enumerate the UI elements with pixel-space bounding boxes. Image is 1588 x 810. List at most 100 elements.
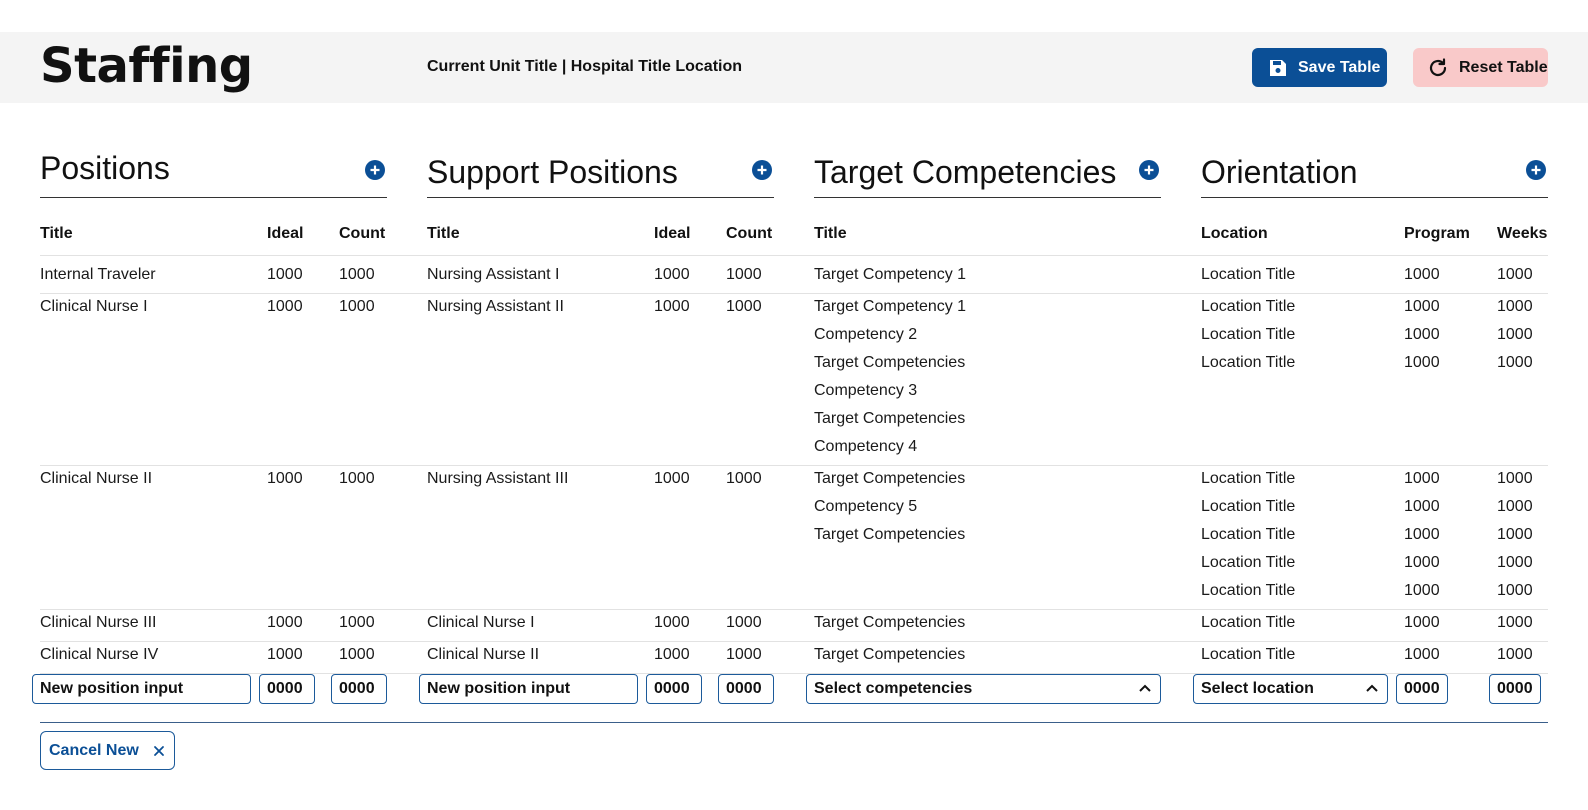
table-cell: Clinical Nurse II: [427, 646, 540, 663]
competencies-title: Target Competencies: [814, 154, 1117, 190]
support-positions-header: Support Positions: [427, 150, 774, 198]
table-cell: 1000: [726, 470, 762, 487]
location-select-value: Select location: [1201, 680, 1314, 697]
cancel-new-button[interactable]: Cancel New: [40, 731, 175, 770]
table-cell: 1000: [339, 298, 375, 315]
table-cell: Location Title: [1201, 526, 1296, 543]
table-cell: Nursing Assistant III: [427, 470, 569, 487]
col-header-program: Program: [1404, 225, 1470, 242]
reset-table-label: Reset Table: [1459, 58, 1548, 76]
table-cell: 1000: [1404, 614, 1440, 631]
col-header-title: Title: [427, 225, 460, 242]
competency-item: Competency 3: [814, 382, 918, 399]
table-cell: Location Title: [1201, 582, 1296, 599]
table-cell: 1000: [1497, 582, 1533, 599]
competency-item: Target Competencies: [814, 526, 966, 543]
new-position-title-input[interactable]: New position input: [32, 674, 251, 704]
table-cell: Location Title: [1201, 354, 1296, 371]
location-select[interactable]: Select location: [1193, 674, 1388, 704]
page-header: Staffing Current Unit Title | Hospital T…: [0, 32, 1588, 103]
row-divider: [40, 609, 1548, 610]
table-cell: 1000: [1497, 498, 1533, 515]
competency-item: Target Competency 1: [814, 266, 967, 283]
col-header-ideal: Ideal: [654, 225, 691, 242]
table-cell: 1000: [1497, 470, 1533, 487]
table-cell: Clinical Nurse I: [40, 298, 148, 315]
table-cell: Location Title: [1201, 646, 1296, 663]
table-cell: Clinical Nurse II: [40, 470, 153, 487]
new-support-count-input[interactable]: 0000: [718, 674, 774, 704]
table-cell: 1000: [726, 298, 762, 315]
table-cell: 1000: [1497, 646, 1533, 663]
table-cell: 1000: [1497, 298, 1533, 315]
row-divider: [40, 293, 1548, 294]
col-header-count: Count: [726, 225, 773, 242]
col-header-ideal: Ideal: [267, 225, 304, 242]
table-cell: 1000: [1497, 554, 1533, 571]
table-cell: 1000: [726, 614, 762, 631]
col-header-title: Title: [40, 225, 73, 242]
table-cell: 1000: [1404, 326, 1440, 343]
positions-header: Positions: [40, 150, 387, 198]
unit-hospital-title: Current Unit Title | Hospital Title Loca…: [427, 58, 743, 75]
table-bottom-divider: [40, 722, 1548, 723]
table-cell: 1000: [1404, 526, 1440, 543]
save-table-label: Save Table: [1298, 58, 1381, 76]
table-cell: Location Title: [1201, 614, 1296, 631]
table-cell: 1000: [1404, 582, 1440, 599]
table-cell: 1000: [267, 470, 303, 487]
support-positions-title: Support Positions: [427, 154, 678, 190]
competencies-select[interactable]: Select competencies: [806, 674, 1161, 704]
competency-item: Competency 4: [814, 438, 918, 455]
table-cell: 1000: [1497, 526, 1533, 543]
table-cell: 1000: [1497, 326, 1533, 343]
close-icon: [153, 745, 164, 756]
support-positions-section: Support Positions: [427, 150, 774, 198]
table-cell: 1000: [1404, 470, 1440, 487]
add-support-position-icon[interactable]: [752, 160, 772, 180]
new-weeks-input[interactable]: 0000: [1489, 674, 1541, 704]
save-table-button[interactable]: Save Table: [1252, 48, 1387, 87]
table-cell: 1000: [726, 266, 762, 283]
cancel-new-label: Cancel New: [49, 741, 139, 759]
competencies-section: Target Competencies: [814, 150, 1161, 198]
table-cell: 1000: [1497, 354, 1533, 371]
table-cell: Location Title: [1201, 498, 1296, 515]
table-cell: Nursing Assistant II: [427, 298, 564, 315]
chevron-up-icon: [1139, 684, 1151, 692]
add-position-icon[interactable]: [365, 160, 385, 180]
new-program-input[interactable]: 0000: [1396, 674, 1448, 704]
reset-table-button[interactable]: Reset Table: [1413, 48, 1548, 87]
new-position-count-input[interactable]: 0000: [331, 674, 387, 704]
chevron-up-icon: [1366, 684, 1378, 692]
table-cell: 1000: [1404, 498, 1440, 515]
table-cell: 1000: [1404, 554, 1440, 571]
table-cell: Location Title: [1201, 554, 1296, 571]
table-cell: Internal Traveler: [40, 266, 156, 283]
col-header-count: Count: [339, 225, 386, 242]
competency-item: Target Competencies: [814, 646, 966, 663]
page-title: Staffing: [40, 38, 253, 94]
table-cell: 1000: [339, 646, 375, 663]
add-competency-icon[interactable]: [1139, 160, 1159, 180]
col-header-weeks: Weeks: [1497, 225, 1548, 242]
new-position-ideal-input[interactable]: 0000: [259, 674, 315, 704]
row-divider: [40, 255, 1548, 256]
table-cell: Location Title: [1201, 266, 1296, 283]
table-cell: Clinical Nurse I: [427, 614, 535, 631]
positions-section: Positions: [40, 150, 387, 198]
orientation-title: Orientation: [1201, 154, 1358, 190]
table-cell: 1000: [267, 646, 303, 663]
col-header-location: Location: [1201, 225, 1268, 242]
competency-item: Target Competencies: [814, 614, 966, 631]
competency-item: Target Competencies: [814, 410, 966, 427]
table-cell: 1000: [726, 646, 762, 663]
add-orientation-icon[interactable]: [1526, 160, 1546, 180]
competency-item: Competency 5: [814, 498, 918, 515]
orientation-header: Orientation: [1201, 150, 1548, 198]
competency-item: Competency 2: [814, 326, 918, 343]
competencies-select-value: Select competencies: [814, 680, 973, 697]
table-cell: 1000: [267, 298, 303, 315]
new-support-ideal-input[interactable]: 0000: [646, 674, 702, 704]
new-support-title-input[interactable]: New position input: [419, 674, 638, 704]
